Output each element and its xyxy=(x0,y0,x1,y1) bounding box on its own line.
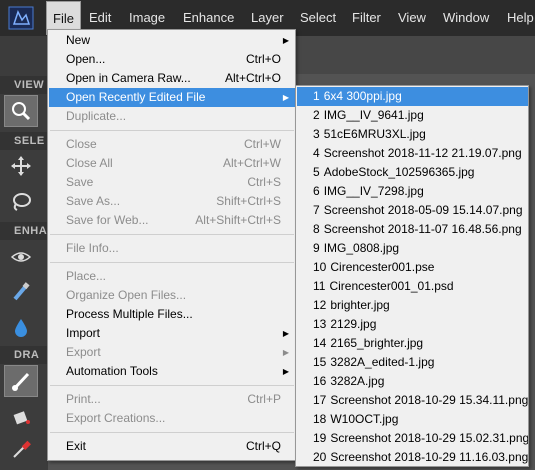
menu-entry-close[interactable]: Close Ctrl+W xyxy=(49,135,295,154)
section-select-label: SELE xyxy=(0,132,48,150)
blur-tool[interactable] xyxy=(4,311,38,343)
red-eye-tool[interactable] xyxy=(4,241,38,273)
menu-entry-new[interactable]: New ▶ xyxy=(49,31,295,50)
menu-entry-import[interactable]: Import ▶ xyxy=(49,324,295,343)
recent-file-item[interactable]: 4 Screenshot 2018-11-12 21.19.07.png xyxy=(297,144,528,163)
file-menu: New ▶ Open... Ctrl+O Open in Camera Raw...… xyxy=(47,29,296,461)
red-eye-icon xyxy=(10,252,32,262)
brush-enhance-icon xyxy=(13,282,30,301)
menu-entry-organize-open-files[interactable]: Organize Open Files... xyxy=(49,286,295,305)
recent-file-item[interactable]: 18 W10OCT.jpg xyxy=(297,410,528,429)
paint-brush-tool[interactable] xyxy=(4,365,38,397)
section-enhance-label: ENHA xyxy=(0,222,48,240)
eyedropper-icon xyxy=(13,440,31,458)
section-view-label: VIEW xyxy=(0,76,48,94)
recent-file-item[interactable]: 9 IMG_0808.jpg xyxy=(297,239,528,258)
menu-view[interactable]: View xyxy=(392,0,432,36)
submenu-arrow-icon: ▶ xyxy=(282,36,289,45)
recent-file-item[interactable]: 1 6x4 300ppi.jpg xyxy=(297,87,528,106)
move-icon xyxy=(11,156,31,176)
move-tool[interactable] xyxy=(4,150,38,182)
submenu-arrow-icon: ▶ xyxy=(282,367,289,376)
menu-separator xyxy=(50,234,294,235)
submenu-arrow-icon: ▶ xyxy=(282,329,289,338)
menu-entry-file-info[interactable]: File Info... xyxy=(49,239,295,258)
recent-file-item[interactable]: 11 Cirencester001_01.psd xyxy=(297,277,528,296)
blur-drop-icon xyxy=(15,319,27,337)
submenu-arrow-icon: ▶ xyxy=(282,348,289,357)
menu-entry-close-all[interactable]: Close All Alt+Ctrl+W xyxy=(49,154,295,173)
recent-file-item[interactable]: 20 Screenshot 2018-10-29 11.16.03.png xyxy=(297,448,528,467)
menu-entry-open-recent[interactable]: Open Recently Edited File ▶ xyxy=(49,88,295,107)
menu-entry-save-as[interactable]: Save As... Shift+Ctrl+S xyxy=(49,192,295,211)
paint-bucket-icon xyxy=(13,411,30,425)
menu-window[interactable]: Window xyxy=(437,0,495,36)
lasso-icon xyxy=(13,193,31,211)
recent-file-item[interactable]: 6 IMG__IV_7298.jpg xyxy=(297,182,528,201)
menu-separator xyxy=(50,262,294,263)
recent-file-item[interactable]: 10 Cirencester001.pse xyxy=(297,258,528,277)
recent-file-item[interactable]: 5 AdobeStock_102596365.jpg xyxy=(297,163,528,182)
recent-file-item[interactable]: 16 3282A.jpg xyxy=(297,372,528,391)
menu-separator xyxy=(50,130,294,131)
menu-entry-open[interactable]: Open... Ctrl+O xyxy=(49,50,295,69)
menu-help[interactable]: Help xyxy=(501,0,535,36)
recent-file-item[interactable]: 14 2165_brighter.jpg xyxy=(297,334,528,353)
menu-entry-export[interactable]: Export ▶ xyxy=(49,343,295,362)
app-logo-icon xyxy=(8,6,34,30)
menu-entry-exit[interactable]: Exit Ctrl+Q xyxy=(49,437,295,456)
brush-enhance-tool[interactable] xyxy=(4,276,38,308)
menu-entry-process-multiple[interactable]: Process Multiple Files... xyxy=(49,305,295,324)
zoom-icon xyxy=(12,102,31,121)
recent-file-item[interactable]: 13 2129.jpg xyxy=(297,315,528,334)
section-draw-label: DRA xyxy=(0,346,48,364)
lasso-tool[interactable] xyxy=(4,186,38,218)
menu-entry-place[interactable]: Place... xyxy=(49,267,295,286)
menu-separator xyxy=(50,432,294,433)
recent-file-item[interactable]: 7 Screenshot 2018-05-09 15.14.07.png xyxy=(297,201,528,220)
menu-entry-save[interactable]: Save Ctrl+S xyxy=(49,173,295,192)
menu-entry-open-camera-raw[interactable]: Open in Camera Raw... Alt+Ctrl+O xyxy=(49,69,295,88)
eyedropper-tool[interactable] xyxy=(4,434,38,466)
menu-entry-duplicate[interactable]: Duplicate... xyxy=(49,107,295,126)
recent-files-submenu: 1 6x4 300ppi.jpg 2 IMG__IV_9641.jpg 3 51cE6… xyxy=(295,85,529,467)
zoom-tool[interactable] xyxy=(4,95,38,127)
paint-bucket-tool[interactable] xyxy=(4,400,38,432)
menu-entry-export-creations[interactable]: Export Creations... xyxy=(49,409,295,428)
tools-panel: VIEW SELE ENHA DRA xyxy=(0,36,48,470)
menu-separator xyxy=(50,385,294,386)
recent-file-item[interactable]: 3 51cE6MRU3XL.jpg xyxy=(297,125,528,144)
menu-entry-automation-tools[interactable]: Automation Tools ▶ xyxy=(49,362,295,381)
menu-entry-print[interactable]: Print... Ctrl+P xyxy=(49,390,295,409)
paint-brush-icon xyxy=(12,372,30,391)
recent-file-item[interactable]: 2 IMG__IV_9641.jpg xyxy=(297,106,528,125)
recent-file-item[interactable]: 17 Screenshot 2018-10-29 15.34.11.png xyxy=(297,391,528,410)
submenu-arrow-icon: ▶ xyxy=(282,93,289,102)
menu-filter[interactable]: Filter xyxy=(346,0,387,36)
recent-file-item[interactable]: 12 brighter.jpg xyxy=(297,296,528,315)
menu-entry-save-for-web[interactable]: Save for Web... Alt+Shift+Ctrl+S xyxy=(49,211,295,230)
recent-file-item[interactable]: 15 3282A_edited-1.jpg xyxy=(297,353,528,372)
recent-file-item[interactable]: 19 Screenshot 2018-10-29 15.02.31.png xyxy=(297,429,528,448)
recent-file-item[interactable]: 8 Screenshot 2018-11-07 16.48.56.png xyxy=(297,220,528,239)
menu-select[interactable]: Select xyxy=(294,0,342,36)
